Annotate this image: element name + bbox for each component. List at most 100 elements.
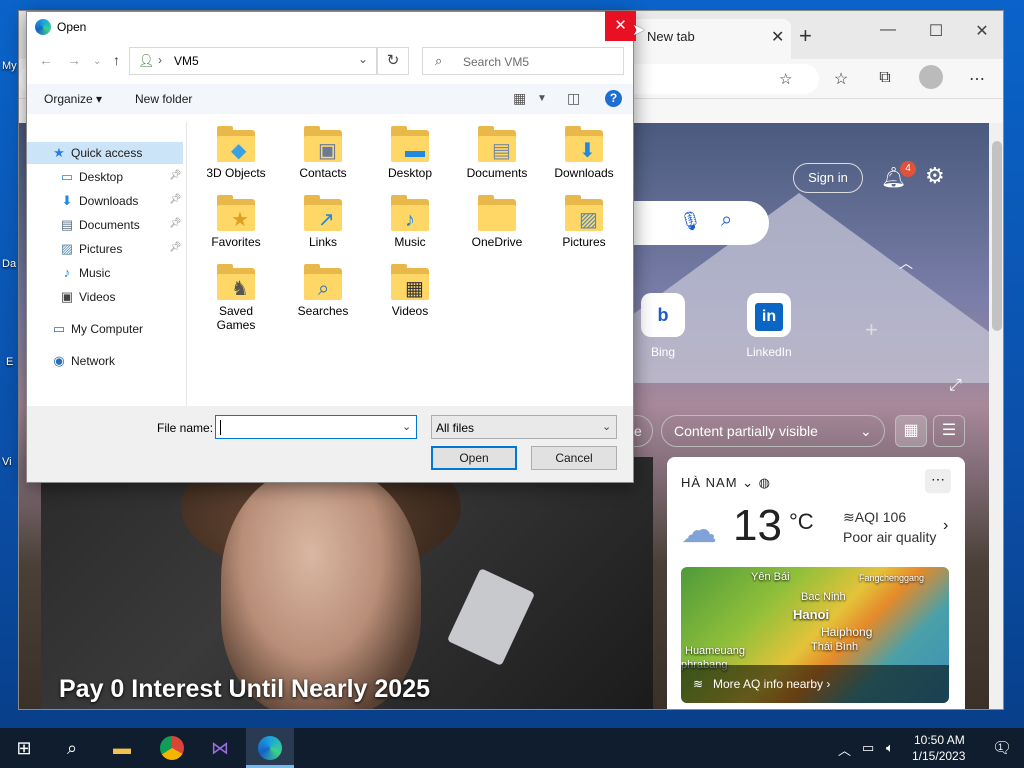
folder-label: Searches (297, 304, 349, 318)
avatar[interactable] (919, 65, 943, 89)
weather-location[interactable]: HÀ NAM ⌄ ◍ (681, 475, 771, 491)
cancel-button[interactable]: Cancel (531, 446, 617, 470)
list-view-button[interactable]: ☰ (933, 415, 965, 447)
air-quality-map[interactable]: Yên Bái Fangchenggang Bac Ninh Hanoi Hai… (681, 567, 949, 703)
nav-item[interactable]: ▭ Desktop 📌︎ (27, 166, 183, 188)
up-arrow-icon[interactable]: ↑ (113, 52, 120, 68)
folder-item[interactable]: ▤ Documents (454, 126, 540, 194)
add-shortcut-icon[interactable]: + (865, 317, 878, 343)
nav-item[interactable]: ▭ My Computer (27, 318, 183, 340)
nav-item[interactable]: ▨ Pictures 📌︎ (27, 238, 183, 260)
new-folder-button[interactable]: New folder (135, 92, 192, 106)
folder-item[interactable]: ♞ Saved Games (193, 264, 279, 332)
folder-item[interactable]: ◆ 3D Objects (193, 126, 279, 194)
gear-icon[interactable]: ⚙ (925, 163, 945, 189)
tab-new-tab[interactable]: New tab ✕ (631, 19, 791, 59)
file-type-select[interactable]: All files ⌄ (431, 415, 617, 439)
nav-item[interactable]: ▤ Documents 📌︎ (27, 214, 183, 236)
chevron-down-icon[interactable]: ⌄ (402, 420, 411, 433)
nav-item[interactable]: ◉ Network (27, 350, 183, 372)
recent-locations-chevron-icon[interactable]: ⌄ (93, 56, 101, 67)
chrome-icon[interactable] (160, 736, 184, 760)
folder-label: Videos (391, 304, 429, 318)
open-file-dialog: Open ✕ ← → ⌄ ↑ 👤︎ › VM5 ⌄ ↻ ⌕ Search VM5… (26, 11, 636, 483)
more-menu-icon[interactable]: ⋯ (965, 69, 989, 89)
grid-view-button[interactable]: ▦ (895, 415, 927, 447)
folder-icon: ⌕ (304, 264, 342, 300)
file-explorer-icon[interactable]: ▬ (110, 736, 134, 760)
close-window-button[interactable]: ✕ (967, 21, 997, 41)
folder-item[interactable]: ▦ Videos (367, 264, 453, 332)
close-tab-icon[interactable]: ✕ (771, 27, 784, 47)
nav-item[interactable]: ▣ Videos (27, 286, 183, 308)
show-hidden-icons-chevron-icon[interactable]: ︿ (838, 740, 851, 759)
clock-date[interactable]: 1/15/2023 (912, 749, 965, 763)
visual-studio-icon[interactable]: ⋈ (208, 736, 232, 760)
favorites-icon[interactable]: ☆ (829, 69, 853, 89)
quick-link-bing-tile[interactable]: b (641, 293, 685, 337)
microphone-icon[interactable]: 🎙︎ (679, 211, 702, 232)
network-icon[interactable]: ▭ (862, 740, 874, 756)
more-options-button[interactable]: ⋯ (925, 469, 951, 493)
more-aq-info-link[interactable]: ≋ More AQ info nearby › (681, 665, 949, 703)
folder-item[interactable]: ★ Favorites (193, 195, 279, 263)
page-scrollbar[interactable] (989, 123, 1003, 709)
nav-item[interactable]: ★ Quick access (27, 142, 183, 164)
nav-item[interactable]: ⬇ Downloads 📌︎ (27, 190, 183, 212)
preview-pane-icon[interactable]: ◫ (567, 90, 580, 107)
chevron-down-icon[interactable]: ⌄ (358, 52, 368, 66)
aq-link-label: More AQ info nearby (713, 677, 824, 691)
folder-item[interactable]: OneDrive (454, 195, 540, 263)
address-path-box[interactable]: 👤︎ › VM5 ⌄ (129, 47, 377, 75)
refresh-button[interactable]: ↻ (377, 47, 409, 75)
quick-link-linkedin-tile[interactable]: in (747, 293, 791, 337)
folder-item[interactable]: ▬ Desktop (367, 126, 453, 194)
collapse-icon[interactable]: ︿ (899, 253, 913, 273)
add-favorite-icon[interactable]: ☆ (779, 70, 792, 88)
news-card[interactable]: Pay 0 Interest Until Nearly 2025 (41, 457, 653, 709)
edge-taskbar-button[interactable] (246, 728, 294, 768)
organize-button[interactable]: Organize ▾ (44, 92, 102, 106)
command-bar: Organize ▾ New folder ▦ ▼ ◫ ? (27, 84, 633, 114)
folder-item[interactable]: ⌕ Searches (280, 264, 366, 332)
folder-item[interactable]: ♪ Music (367, 195, 453, 263)
weather-card[interactable]: HÀ NAM ⌄ ◍ ⋯ ☁ 13 °C ≋AQI 106 Poor air q… (667, 457, 965, 709)
file-name-input[interactable]: ⌄ (215, 415, 417, 439)
expand-icon[interactable]: ⤢ (949, 377, 962, 395)
folder-item[interactable]: ⬇ Downloads (541, 126, 627, 194)
help-icon[interactable]: ? (605, 90, 622, 107)
search-input[interactable]: ⌕ Search VM5 (422, 47, 624, 75)
folder-item[interactable]: ▨ Pictures (541, 195, 627, 263)
back-arrow-icon[interactable]: ← (39, 52, 53, 68)
open-button[interactable]: Open (431, 446, 517, 470)
forward-arrow-icon[interactable]: → (67, 52, 81, 68)
chevron-down-icon: ⌄ (602, 421, 612, 433)
windows-start-icon[interactable]: ⊞ (12, 736, 36, 760)
view-options-chevron-icon[interactable]: ▼ (537, 93, 547, 104)
folder-overlay-icon: ▬ (405, 140, 425, 162)
chevron-right-icon[interactable]: › (943, 517, 948, 535)
maximize-button[interactable]: ☐ (921, 21, 951, 41)
taskbar: ⊞ ⌕ ▬ ⋈ ︿ ▭ 🔈︎ 10:50 AM 1/15/2023 🗨︎ 1 (0, 728, 1024, 768)
scrollbar-thumb[interactable] (992, 141, 1002, 331)
dialog-footer: File name: ⌄ All files ⌄ Open Cancel (27, 406, 633, 482)
news-headline[interactable]: Pay 0 Interest Until Nearly 2025 (59, 675, 430, 704)
change-view-icon[interactable]: ▦ (513, 90, 526, 107)
search-icon[interactable]: ⌕ (60, 736, 84, 760)
clock-time[interactable]: 10:50 AM (914, 733, 965, 747)
dialog-titlebar[interactable]: Open ✕ (27, 11, 636, 42)
folder-item[interactable]: ▣ Contacts (280, 126, 366, 194)
minimize-button[interactable]: — (873, 21, 903, 39)
nav-item-label: Downloads (79, 194, 139, 208)
new-tab-button[interactable]: + (799, 23, 812, 49)
collections-icon[interactable]: ⧉ (873, 69, 897, 87)
sign-in-button[interactable]: Sign in (793, 163, 863, 193)
notification-center-icon[interactable]: 🗨︎ 1 (992, 738, 1012, 758)
path-separator-icon: › (158, 53, 162, 67)
content-filter-dropdown[interactable]: Content partially visible ⌄ (661, 415, 885, 447)
search-icon[interactable]: ⌕ (721, 209, 732, 232)
nav-item[interactable]: ♪ Music (27, 262, 183, 284)
folder-item[interactable]: ↗ Links (280, 195, 366, 263)
path-segment[interactable]: VM5 (174, 54, 199, 68)
volume-icon[interactable]: 🔈︎ (886, 740, 894, 756)
